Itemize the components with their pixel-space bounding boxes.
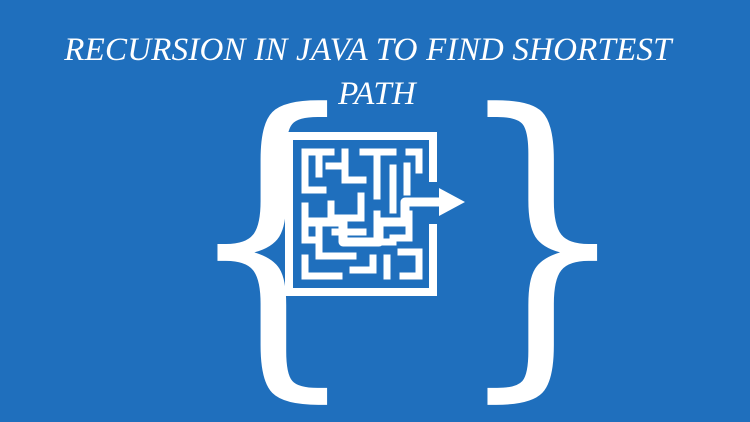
title-line-1: RECURSION IN JAVA TO FIND SHORTEST — [64, 32, 672, 68]
maze-icon — [285, 132, 465, 296]
title-line-2: PATH — [338, 76, 416, 112]
page-title: RECURSION IN JAVA TO FIND SHORTEST PATH — [0, 28, 750, 116]
right-curly-brace: } — [452, 45, 633, 422]
thumbnail-canvas: RECURSION IN JAVA TO FIND SHORTEST PATH … — [0, 0, 750, 422]
